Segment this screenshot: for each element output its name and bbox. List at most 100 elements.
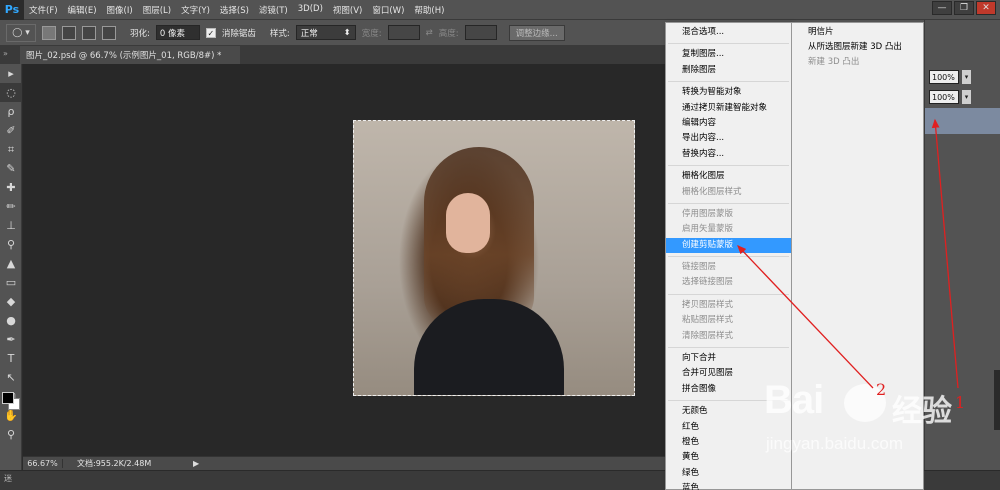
create-clipping-mask-item[interactable]: 创建剪贴蒙版 — [666, 237, 791, 254]
menu-separator — [668, 81, 789, 83]
context-menu-item[interactable]: 混合选项... — [666, 25, 791, 40]
context-menu-item[interactable]: 橙色 — [666, 435, 791, 450]
tool-icon[interactable]: ⌗ — [0, 140, 22, 159]
context-menu-item[interactable]: 转换为智能对象 — [666, 85, 791, 100]
tool-icon[interactable]: ✐ — [0, 121, 22, 140]
menu-separator — [668, 293, 789, 295]
context-menu-item[interactable]: 合并可见图层 — [666, 366, 791, 381]
context-menu-item: 启用矢量蒙版 — [682, 224, 734, 235]
add-selection-mode-button[interactable] — [62, 25, 76, 40]
menu-bar: Ps 文件(F) 编辑(E) 图像(I) 图层(L) 文字(Y) 选择(S) 滤镜(T) 3D… — [0, 0, 1000, 20]
submenu-item[interactable]: 从所选图层新建 3D 凸出 — [792, 40, 923, 55]
tool-icon[interactable]: ✒ — [0, 330, 22, 349]
context-menu-item[interactable]: 无颜色 — [666, 404, 791, 419]
tool-icon[interactable]: ρ — [0, 102, 22, 121]
context-menu-item[interactable]: 编辑内容 — [666, 116, 791, 131]
menu-item[interactable]: 文字(Y) — [176, 4, 215, 16]
opacity-row: 100% ▾ — [925, 68, 1000, 86]
antialias-label: 消除锯齿 — [221, 28, 256, 39]
feather-input[interactable]: 0 像素 — [155, 25, 200, 40]
panel-scrollbar[interactable] — [994, 370, 1000, 430]
context-menu-item[interactable]: 拼合图像 — [666, 382, 791, 397]
menu-item[interactable]: 视图(V) — [328, 4, 367, 16]
width-input[interactable] — [387, 25, 420, 40]
menu-item[interactable]: 窗口(W) — [367, 4, 409, 16]
menu-item[interactable]: 文件(F) — [24, 4, 63, 16]
canvas-image[interactable] — [353, 120, 635, 396]
tool-icon[interactable]: ◆ — [0, 292, 22, 311]
intersect-selection-mode-button[interactable] — [102, 25, 116, 40]
context-menu-item[interactable]: 栅格化图层 — [666, 169, 791, 184]
context-menu-item[interactable]: 复制图层... — [666, 47, 791, 62]
menu-item[interactable]: 编辑(E) — [63, 4, 102, 16]
context-menu-item[interactable]: 替换内容... — [666, 147, 791, 162]
menu-item[interactable]: 3D(D) — [293, 4, 328, 16]
fill-input[interactable]: 100% — [929, 90, 959, 104]
chevron-down-icon: ⬍ — [343, 27, 351, 38]
refine-edge-button[interactable]: 调整边缘... — [508, 24, 565, 41]
menu-separator — [668, 43, 789, 45]
color-swatches[interactable] — [2, 392, 20, 410]
context-menu-item[interactable]: 红色 — [666, 420, 791, 435]
feather-label: 羽化: — [130, 28, 150, 39]
context-menu-item[interactable]: 导出内容... — [666, 131, 791, 146]
opacity-input[interactable]: 100% — [929, 70, 959, 84]
annotation-number-one: 1 — [955, 393, 966, 412]
style-select[interactable]: 正常 ⬍ — [295, 25, 356, 40]
new-selection-mode-button[interactable] — [42, 25, 56, 40]
fill-arrow-icon[interactable]: ▾ — [962, 90, 971, 104]
width-label: 宽度: — [361, 28, 382, 39]
menu-separator — [668, 165, 789, 167]
collapse-panel-icon[interactable]: » — [3, 49, 8, 58]
tool-icon[interactable]: ◌ — [0, 83, 22, 102]
antialias-checkbox[interactable]: ✓ — [205, 27, 216, 38]
foreground-color-swatch[interactable] — [2, 392, 14, 404]
menu-item[interactable]: 滤镜(T) — [254, 4, 293, 16]
submenu-item[interactable]: 明信片 — [792, 25, 923, 40]
tool-icon[interactable]: ⚲ — [0, 235, 22, 254]
restore-button[interactable]: ❐ — [954, 1, 974, 15]
context-menu-item: 停用图层蒙版 — [682, 208, 734, 219]
tool-icon[interactable]: ● — [0, 311, 22, 330]
status-menu-arrow-icon[interactable]: ▶ — [193, 459, 199, 468]
selected-layer-row[interactable] — [925, 108, 1000, 134]
tool-preset-picker[interactable]: ◯ ▾ — [6, 23, 36, 42]
context-menu-item[interactable]: 绿色 — [666, 466, 791, 481]
tool-icon[interactable]: ✏ — [0, 197, 22, 216]
opacity-arrow-icon[interactable]: ▾ — [962, 70, 971, 84]
photoshop-logo: Ps — [0, 0, 24, 20]
tool-icon[interactable]: ✚ — [0, 178, 22, 197]
window-controls: — ❐ ✕ — [932, 1, 996, 15]
tool-icon[interactable]: ⊥ — [0, 216, 22, 235]
height-input[interactable] — [464, 25, 497, 40]
close-button[interactable]: ✕ — [976, 1, 996, 15]
context-menu-item[interactable]: 蓝色 — [666, 481, 791, 490]
tool-icon[interactable]: ▲ — [0, 254, 22, 273]
tool-icon[interactable]: ↖ — [0, 368, 22, 387]
context-menu-item[interactable]: 删除图层 — [666, 63, 791, 78]
menu-item[interactable]: 选择(S) — [215, 4, 254, 16]
menu-item[interactable]: 图像(I) — [102, 4, 138, 16]
swap-icon[interactable]: ⇄ — [426, 28, 433, 38]
tool-icon[interactable]: ▭ — [0, 273, 22, 292]
context-menu-item[interactable]: 向下合并 — [666, 351, 791, 366]
mini-bridge-tab[interactable]: 迷 — [4, 473, 12, 484]
menu-item[interactable]: 帮助(H) — [409, 4, 449, 16]
context-menu-item[interactable]: 通过拷贝新建智能对象 — [666, 101, 791, 116]
context-menu-item: 栅格化图层样式 — [682, 186, 742, 197]
height-label: 高度: — [438, 28, 459, 39]
tool-icon[interactable]: T — [0, 349, 22, 368]
tool-icon[interactable]: ✎ — [0, 159, 22, 178]
context-menu-item: 清除图层样式 — [682, 330, 734, 341]
submenu-item: 新建 3D 凸出 — [808, 57, 860, 67]
menu-separator — [668, 202, 789, 204]
subtract-selection-mode-button[interactable] — [82, 25, 96, 40]
tool-icon[interactable]: ▸ — [0, 64, 22, 83]
context-menu-item[interactable]: 黄色 — [666, 450, 791, 465]
tool-icon[interactable]: ⚲ — [0, 425, 22, 444]
menu-item[interactable]: 图层(L) — [138, 4, 176, 16]
minimize-button[interactable]: — — [932, 1, 952, 15]
canvas-workspace[interactable] — [23, 64, 665, 456]
document-tab[interactable]: 图片_02.psd @ 66.7% (示例图片_01, RGB/8#) * — [20, 46, 240, 64]
zoom-level[interactable]: 66.67% — [23, 459, 63, 468]
